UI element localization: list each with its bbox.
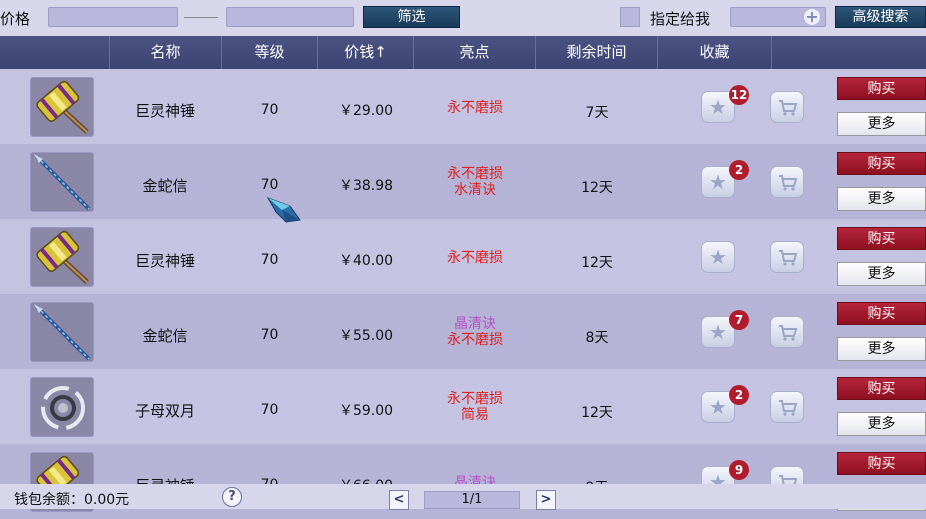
cart-icon[interactable]	[770, 166, 804, 198]
item-level: 70	[260, 402, 279, 418]
prev-page-button[interactable]: <	[389, 490, 409, 510]
highlight-text: 水清诀	[454, 182, 496, 198]
page-indicator: 1/1	[424, 491, 520, 509]
header-time[interactable]: 剩余时间	[536, 36, 658, 69]
header-name[interactable]: 名称	[110, 36, 222, 69]
highlight-text: 简易	[461, 407, 489, 423]
favorite-count-badge: 12	[729, 85, 749, 105]
buy-button[interactable]: 购买	[837, 302, 926, 325]
highlight-text: 永不磨损	[447, 391, 503, 407]
favorite-count-badge: 9	[729, 460, 749, 480]
item-highlights: 永不磨损	[414, 250, 536, 266]
item-name: 金蛇信	[142, 177, 188, 195]
cart-icon[interactable]	[770, 91, 804, 123]
price-label: 价格	[0, 10, 31, 28]
advanced-search-button[interactable]: 高级搜索	[835, 6, 926, 28]
header-thumb	[0, 36, 110, 69]
item-highlights: 永不磨损	[414, 100, 536, 116]
item-highlights: 永不磨损 简易	[414, 391, 536, 423]
item-time-left: 12天	[581, 405, 613, 421]
item-time-left: 7天	[585, 105, 609, 121]
assign-label: 指定给我	[650, 10, 711, 28]
highlight-text: 晶清诀	[454, 316, 496, 332]
buy-button[interactable]: 购买	[837, 377, 926, 400]
item-price: ￥40.00	[338, 253, 394, 269]
price-min-input[interactable]	[48, 7, 178, 27]
more-button[interactable]: 更多	[837, 337, 926, 361]
filter-button[interactable]: 筛选	[363, 6, 460, 28]
favorite-count-badge: 2	[729, 385, 749, 405]
table-header: 名称 等级 价钱↑ 亮点 剩余时间 收藏	[0, 36, 926, 69]
more-button[interactable]: 更多	[837, 187, 926, 211]
table-row[interactable]: 巨灵神锤 70 ￥40.00 12天 永不磨损 ★ 购买更多	[0, 219, 926, 294]
item-highlights: 永不磨损 水清诀	[414, 166, 536, 198]
hammer-icon[interactable]	[30, 227, 94, 287]
buy-button[interactable]: 购买	[837, 152, 926, 175]
serpent-spear-icon[interactable]	[30, 302, 94, 362]
item-level: 70	[260, 177, 279, 193]
assign-checkbox[interactable]	[620, 7, 640, 27]
favorite-star-icon[interactable]: ★	[701, 241, 735, 273]
buy-button[interactable]: 购买	[837, 227, 926, 250]
item-time-left: 12天	[581, 180, 613, 196]
header-price[interactable]: 价钱↑	[318, 36, 414, 69]
highlight-text: 永不磨损	[447, 100, 503, 116]
item-price: ￥38.98	[338, 178, 394, 194]
item-price: ￥59.00	[338, 403, 394, 419]
highlight-text: 永不磨损	[447, 166, 503, 182]
range-dash	[184, 17, 218, 18]
header-favorites[interactable]: 收藏	[658, 36, 772, 69]
item-highlights: 晶清诀 永不磨损	[414, 316, 536, 348]
item-level: 70	[260, 102, 279, 118]
favorite-count-badge: 2	[729, 160, 749, 180]
header-level[interactable]: 等级	[222, 36, 318, 69]
more-button[interactable]: 更多	[837, 262, 926, 286]
item-price: ￥55.00	[338, 328, 394, 344]
twin-moon-blade-icon[interactable]	[30, 377, 94, 437]
highlight-text: 永不磨损	[447, 250, 503, 266]
favorite-count-badge: 7	[729, 310, 749, 330]
table-row[interactable]: 巨灵神锤 70 ￥29.00 7天 永不磨损 ★ 12 购买 更多	[0, 69, 926, 144]
item-level: 70	[260, 252, 279, 268]
serpent-spear-icon[interactable]	[30, 152, 94, 212]
footer-bar: 钱包余额：0.00元 ? < 1/1 >	[0, 484, 926, 510]
buy-button[interactable]: 购买	[837, 77, 926, 100]
help-icon[interactable]: ?	[222, 487, 242, 507]
item-time-left: 12天	[581, 255, 613, 271]
cart-icon[interactable]	[770, 316, 804, 348]
wallet-balance: 钱包余额：0.00元	[14, 492, 130, 508]
table-row[interactable]: 子母双月 70 ￥59.00 12天 永不磨损 简易 ★ 2 购买 更多	[0, 369, 926, 444]
more-button[interactable]: 更多	[837, 112, 926, 136]
filter-bar: 价格 筛选 指定给我 + 高级搜索	[0, 0, 926, 36]
header-actions	[772, 36, 926, 69]
cart-icon[interactable]	[770, 241, 804, 273]
more-button[interactable]: 更多	[837, 412, 926, 436]
table-row[interactable]: 金蛇信 70 ￥38.98 12天 永不磨损 水清诀 ★ 2 购买 更多	[0, 144, 926, 219]
item-name: 巨灵神锤	[134, 252, 195, 270]
item-name: 子母双月	[134, 402, 195, 420]
highlight-text: 永不磨损	[447, 332, 503, 348]
item-time-left: 8天	[585, 330, 609, 346]
price-max-input[interactable]	[226, 7, 354, 27]
item-price: ￥29.00	[338, 103, 394, 119]
hammer-icon[interactable]	[30, 77, 94, 137]
cart-icon[interactable]	[770, 391, 804, 423]
item-level: 70	[260, 327, 279, 343]
plus-icon[interactable]: +	[804, 9, 820, 25]
buy-button[interactable]: 购买	[837, 452, 926, 475]
cursor-icon	[266, 197, 301, 223]
next-page-button[interactable]: >	[536, 490, 556, 510]
item-name: 金蛇信	[142, 327, 188, 345]
header-highlights[interactable]: 亮点	[414, 36, 536, 69]
item-name: 巨灵神锤	[134, 102, 195, 120]
table-row[interactable]: 金蛇信 70 ￥55.00 8天 晶清诀 永不磨损 ★ 7 购买 更多	[0, 294, 926, 369]
